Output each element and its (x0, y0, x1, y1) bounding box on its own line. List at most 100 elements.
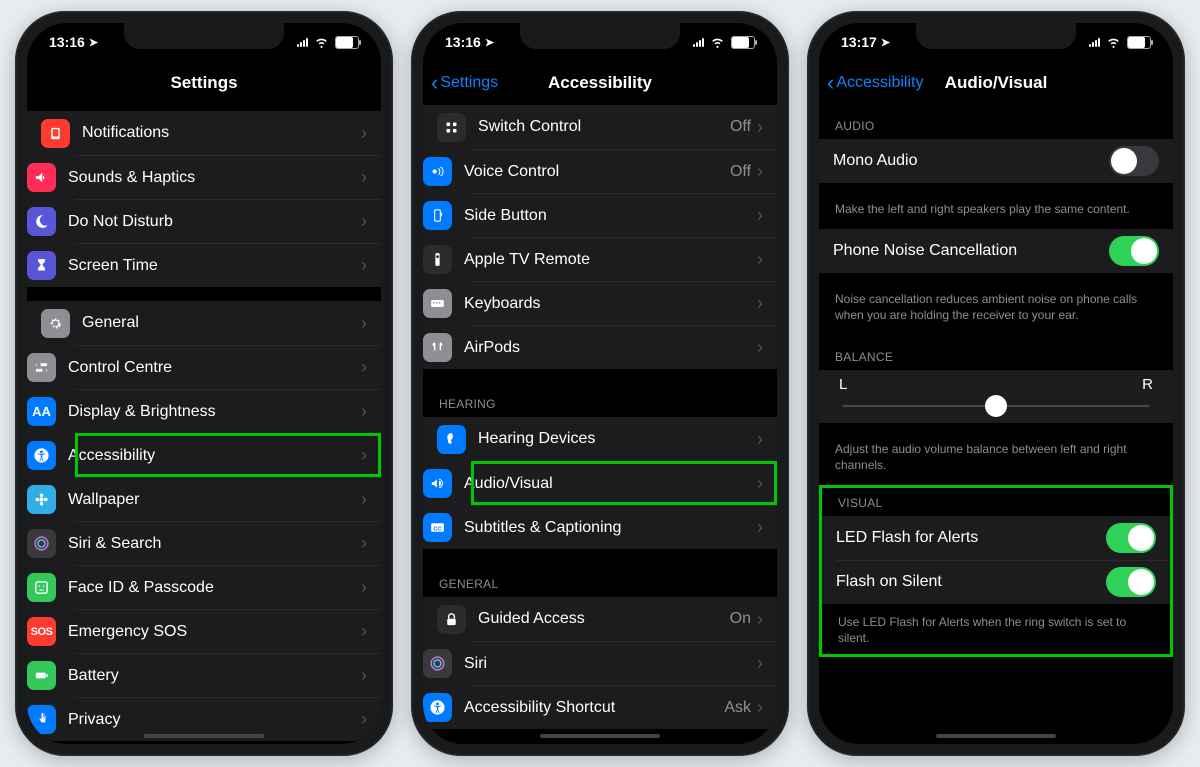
location-icon: ➤ (881, 36, 890, 49)
wifi-icon (1105, 33, 1122, 52)
row-label: Audio/Visual (464, 475, 757, 493)
home-indicator[interactable] (144, 734, 264, 738)
row-notifications[interactable]: Notifications› (27, 111, 381, 155)
footer-balance: Adjust the audio volume balance between … (819, 437, 1173, 485)
footer-noise: Noise cancellation reduces ambient noise… (819, 287, 1173, 335)
battery-icon (335, 36, 359, 49)
toggle-noise-cancellation[interactable] (1109, 236, 1159, 266)
row-control-centre[interactable]: Control Centre› (75, 345, 381, 389)
chevron-right-icon: › (361, 255, 367, 276)
back-button[interactable]: ‹Accessibility (827, 70, 923, 96)
row-mono-audio[interactable]: Mono Audio (819, 139, 1173, 183)
balance-slider[interactable]: LR (819, 376, 1173, 421)
ear-icon (437, 425, 466, 454)
row-battery[interactable]: Battery› (75, 653, 381, 697)
row-guided-access[interactable]: Guided AccessOn› (423, 597, 777, 641)
slider-thumb[interactable] (985, 395, 1007, 417)
row-sounds-haptics[interactable]: Sounds & Haptics› (75, 155, 381, 199)
settings-list[interactable]: Notifications›Sounds & Haptics›Do Not Di… (27, 105, 381, 744)
row-noise-cancellation[interactable]: Phone Noise Cancellation (819, 229, 1173, 273)
home-indicator[interactable] (936, 734, 1056, 738)
balance-right-label: R (1142, 376, 1153, 393)
chevron-right-icon: › (361, 357, 367, 378)
cellular-icon (297, 37, 308, 47)
row-label: Accessibility Shortcut (464, 699, 724, 717)
siri-icon (423, 649, 452, 678)
row-face-id-passcode[interactable]: Face ID & Passcode› (75, 565, 381, 609)
row-apple-tv-remote[interactable]: Apple TV Remote› (471, 237, 777, 281)
row-siri[interactable]: Siri› (471, 641, 777, 685)
chevron-right-icon: › (361, 123, 367, 144)
chevron-right-icon: › (757, 517, 763, 538)
row-label: Battery (68, 667, 361, 685)
flower-icon (27, 485, 56, 514)
row-keyboards[interactable]: Keyboards› (471, 281, 777, 325)
accessibility-list[interactable]: Switch ControlOff›Voice ControlOff›Side … (423, 105, 777, 744)
toggle-led-flash[interactable] (1106, 523, 1156, 553)
row-siri-search[interactable]: Siri & Search› (75, 521, 381, 565)
chevron-right-icon: › (361, 577, 367, 598)
page-title: Settings (170, 73, 237, 93)
row-label: Apple TV Remote (464, 251, 757, 269)
row-label: Face ID & Passcode (68, 579, 361, 597)
row-label: Subtitles & Captioning (464, 519, 757, 537)
three-phone-layout: 13:16➤ Settings Notifications›Sounds & H… (0, 0, 1200, 767)
row-value: Ask (724, 699, 751, 717)
row-airpods[interactable]: AirPods› (471, 325, 777, 369)
row-label: Sounds & Haptics (68, 169, 361, 187)
footer-mono: Make the left and right speakers play th… (819, 197, 1173, 229)
voice-icon (423, 157, 452, 186)
moon-icon (27, 207, 56, 236)
navbar: Settings (27, 61, 381, 105)
row-label: Wallpaper (68, 491, 361, 509)
row-label: Hearing Devices (478, 430, 757, 448)
toggle-flash-silent[interactable] (1106, 567, 1156, 597)
gear-icon (41, 309, 70, 338)
row-voice-control[interactable]: Voice ControlOff› (471, 149, 777, 193)
clock: 13:16 (49, 34, 85, 50)
chevron-right-icon: › (361, 489, 367, 510)
label: Phone Noise Cancellation (833, 242, 1109, 260)
row-led-flash[interactable]: LED Flash for Alerts (822, 516, 1170, 560)
home-indicator[interactable] (540, 734, 660, 738)
row-wallpaper[interactable]: Wallpaper› (75, 477, 381, 521)
back-button[interactable]: ‹Settings (431, 70, 498, 96)
row-hearing-devices[interactable]: Hearing Devices› (423, 417, 777, 461)
location-icon: ➤ (485, 36, 494, 49)
chevron-right-icon: › (361, 621, 367, 642)
row-side-button[interactable]: Side Button› (471, 193, 777, 237)
chevron-right-icon: › (757, 337, 763, 358)
row-accessibility[interactable]: Accessibility› (75, 433, 381, 477)
toggle-mono-audio[interactable] (1109, 146, 1159, 176)
row-flash-silent[interactable]: Flash on Silent (836, 560, 1170, 604)
chevron-right-icon: › (757, 249, 763, 270)
row-screen-time[interactable]: Screen Time› (75, 243, 381, 287)
row-accessibility-shortcut[interactable]: Accessibility ShortcutAsk› (471, 685, 777, 729)
row-subtitles-captioning[interactable]: CCSubtitles & Captioning› (471, 505, 777, 549)
phone-2: 13:16➤ ‹Settings Accessibility Switch Co… (411, 11, 789, 756)
chevron-left-icon: ‹ (827, 70, 834, 96)
audio-visual-list[interactable]: Audio Mono Audio Make the left and right… (819, 105, 1173, 744)
chevron-right-icon: › (361, 211, 367, 232)
chevron-right-icon: › (757, 653, 763, 674)
clock: 13:17 (841, 34, 877, 50)
row-label: Notifications (82, 124, 361, 142)
row-audio-visual[interactable]: Audio/Visual› (471, 461, 777, 505)
chevron-right-icon: › (361, 709, 367, 730)
lock-icon (437, 605, 466, 634)
chevron-right-icon: › (361, 401, 367, 422)
hand-icon (27, 705, 56, 734)
row-do-not-disturb[interactable]: Do Not Disturb› (75, 199, 381, 243)
face-icon (27, 573, 56, 602)
svg-text:CC: CC (433, 526, 441, 532)
row-display-brightness[interactable]: AADisplay & Brightness› (75, 389, 381, 433)
remote-icon (423, 245, 452, 274)
row-label: Siri (464, 655, 757, 673)
access-icon (27, 441, 56, 470)
battery-icon (1127, 36, 1151, 49)
siri-icon (27, 529, 56, 558)
row-emergency-sos[interactable]: SOSEmergency SOS› (75, 609, 381, 653)
row-general[interactable]: General› (27, 301, 381, 345)
row-switch-control[interactable]: Switch ControlOff› (423, 105, 777, 149)
chevron-right-icon: › (361, 167, 367, 188)
